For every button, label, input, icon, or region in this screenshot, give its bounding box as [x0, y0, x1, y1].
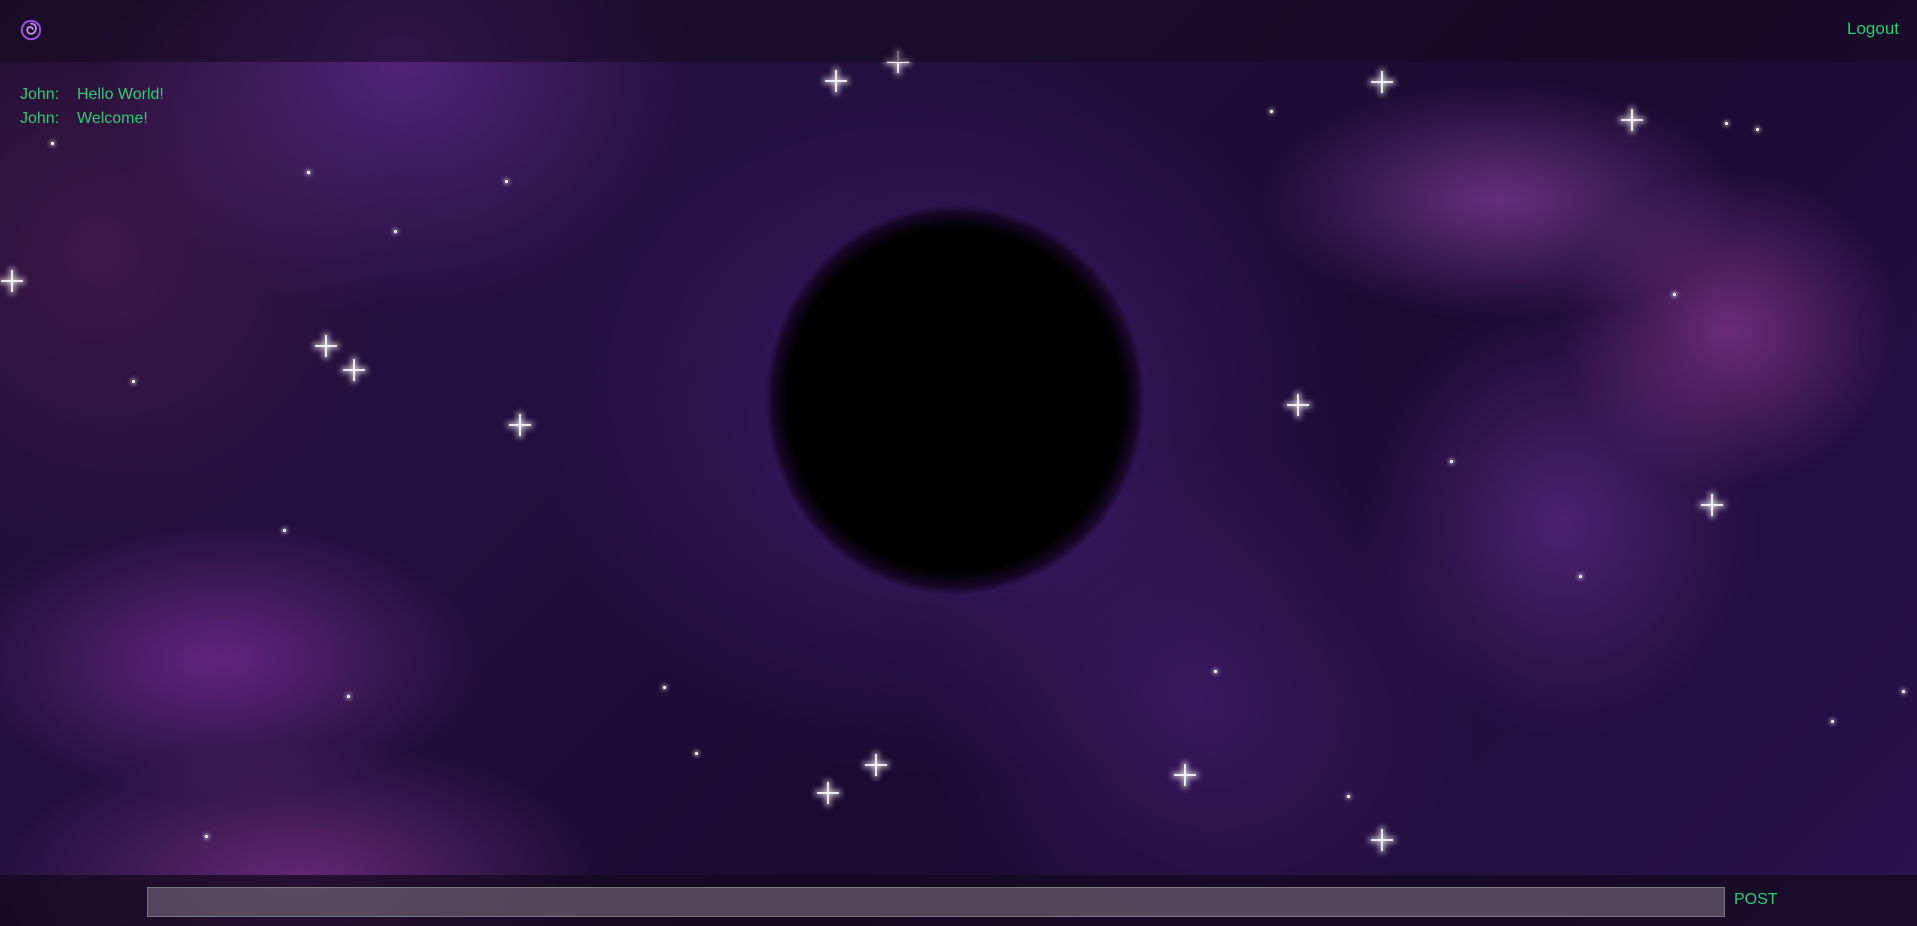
message-list: John: Hello World! John: Welcome!	[20, 83, 164, 131]
message-item: John: Hello World!	[20, 83, 164, 107]
star	[695, 752, 698, 755]
star	[307, 171, 310, 174]
star-sparkle	[1371, 71, 1393, 93]
top-bar: Logout	[0, 0, 1917, 62]
composer-bar: POST	[0, 875, 1917, 926]
space-background	[0, 0, 1917, 926]
star	[1756, 128, 1759, 131]
star-sparkle	[315, 335, 337, 357]
star	[663, 686, 666, 689]
star-sparkle	[509, 414, 531, 436]
star	[347, 695, 350, 698]
post-button[interactable]: POST	[1734, 891, 1778, 909]
message-text: Welcome!	[77, 110, 148, 127]
star	[205, 835, 208, 838]
star	[1831, 720, 1834, 723]
star	[394, 230, 397, 233]
message-author: John:	[20, 86, 60, 103]
message-input[interactable]	[147, 887, 1725, 917]
star-sparkle	[1621, 109, 1643, 131]
star	[1214, 670, 1217, 673]
star-sparkle	[825, 70, 847, 92]
star	[1673, 293, 1676, 296]
spiral-galaxy-icon[interactable]	[20, 19, 42, 41]
star-sparkle	[343, 359, 365, 381]
message-author: John:	[20, 110, 60, 127]
logout-link[interactable]: Logout	[1847, 19, 1899, 39]
star	[1579, 575, 1582, 578]
star	[1725, 122, 1728, 125]
star-sparkle	[1, 270, 23, 292]
star-sparkle	[1371, 829, 1393, 851]
star-sparkle	[1701, 494, 1723, 516]
message-item: John: Welcome!	[20, 107, 164, 131]
star	[51, 142, 54, 145]
star	[505, 180, 508, 183]
star	[283, 529, 286, 532]
star-sparkle	[865, 754, 887, 776]
star	[1347, 795, 1350, 798]
star	[1902, 690, 1905, 693]
star	[132, 380, 135, 383]
star-sparkle	[1287, 394, 1309, 416]
star	[1450, 460, 1453, 463]
star	[1270, 110, 1273, 113]
star-sparkle	[817, 782, 839, 804]
star-sparkle	[1174, 764, 1196, 786]
message-text: Hello World!	[77, 86, 164, 103]
